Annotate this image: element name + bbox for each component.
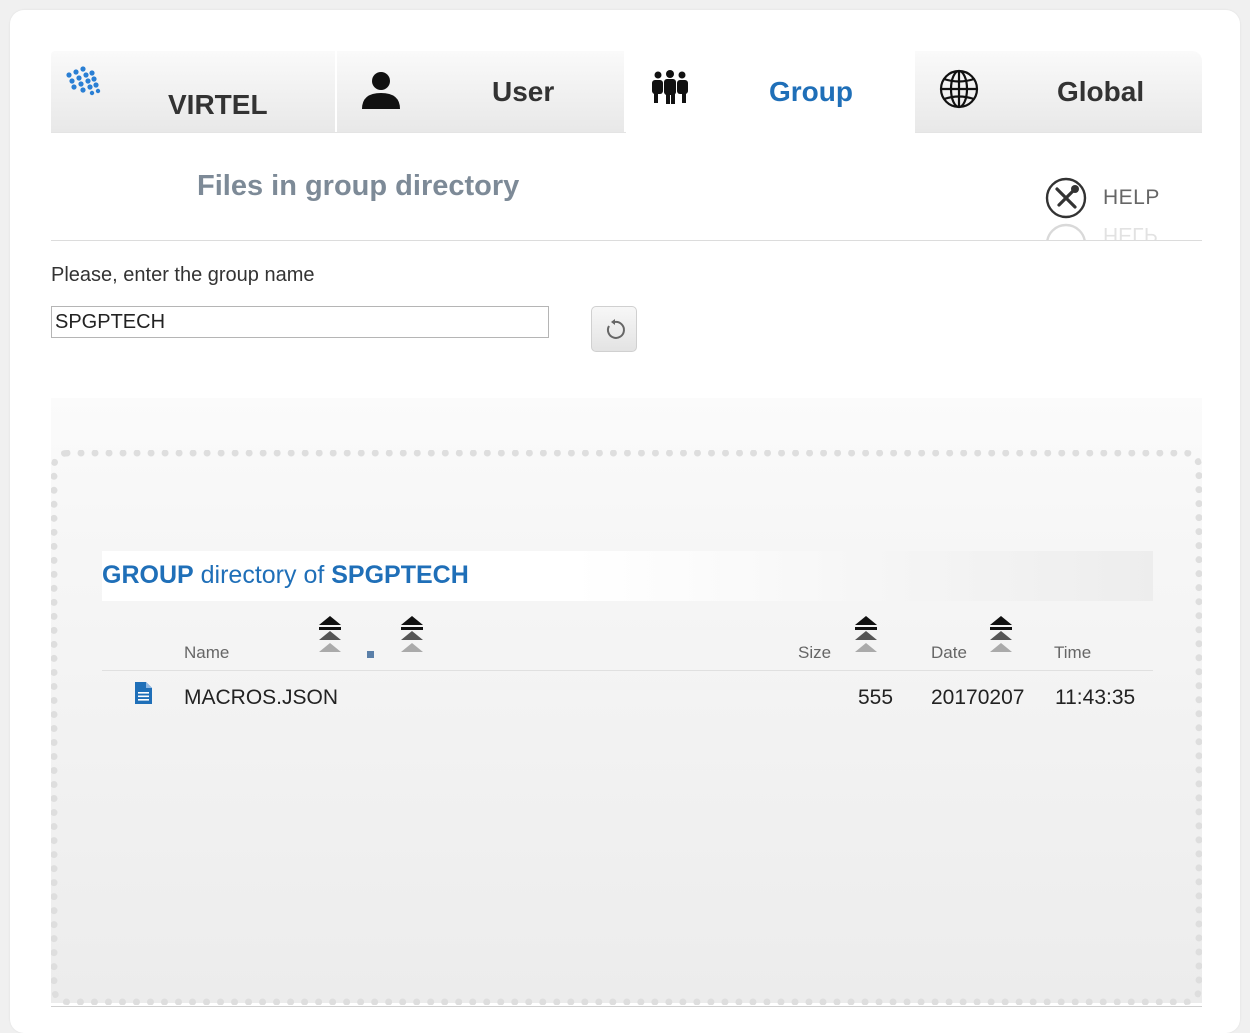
directory-header: GROUP directory of SPGPTECH xyxy=(102,551,1153,601)
help-reflect-label: HELP xyxy=(1103,223,1158,240)
tab-label: Global xyxy=(1057,76,1145,107)
refresh-button[interactable] xyxy=(591,306,637,352)
column-time[interactable]: Time xyxy=(1054,643,1091,663)
file-row[interactable]: MACROS.JSON 555 20170207 11:43:35 xyxy=(102,676,1153,716)
group-name-input[interactable] xyxy=(51,306,549,338)
sort-size-icon[interactable] xyxy=(854,616,878,663)
directory-title-prefix: GROUP xyxy=(102,561,194,589)
directory-title: GROUP directory of SPGPTECH xyxy=(102,561,469,590)
bottom-divider xyxy=(51,1006,1202,1007)
tab-label: VIRTEL xyxy=(168,89,268,120)
sort-extension-icon[interactable] xyxy=(400,616,424,663)
title-divider xyxy=(51,240,1202,241)
tab-label: User xyxy=(492,76,555,107)
directory-title-middle: directory of xyxy=(193,561,332,589)
column-size[interactable]: Size xyxy=(798,643,831,663)
virtel-logo-icon xyxy=(63,65,107,109)
tab-label: Group xyxy=(769,76,853,107)
column-date[interactable]: Date xyxy=(931,643,967,663)
sort-name-icon[interactable] xyxy=(318,616,342,663)
file-date: 20170207 xyxy=(931,686,1025,709)
globe-icon xyxy=(937,69,981,113)
tab-group[interactable]: Group xyxy=(626,51,915,133)
file-drop-zone[interactable] xyxy=(51,450,1202,1005)
sort-separator-dot xyxy=(367,651,374,658)
column-name[interactable]: Name xyxy=(184,643,229,663)
group-name-label: Please, enter the group name xyxy=(51,264,315,286)
user-icon xyxy=(359,69,403,113)
help-label: HELP xyxy=(1103,186,1160,209)
file-time: 11:43:35 xyxy=(1055,686,1136,709)
tab-global[interactable]: Global xyxy=(915,51,1202,132)
file-size: 555 xyxy=(858,686,894,709)
help-reflection: HELP xyxy=(1044,222,1174,240)
file-icon xyxy=(135,682,152,709)
file-name: MACROS.JSON xyxy=(184,686,339,709)
tab-user[interactable]: User xyxy=(337,51,626,132)
sort-date-icon[interactable] xyxy=(989,616,1013,663)
help-button[interactable]: HELP HELP xyxy=(1044,176,1174,242)
page-title: Files in group directory xyxy=(197,170,520,202)
directory-title-group: SPGPTECH xyxy=(331,561,469,589)
refresh-icon xyxy=(606,319,625,339)
tab-bar: VIRTEL User Group Global xyxy=(51,51,1202,133)
tools-icon xyxy=(1044,176,1088,225)
tab-virtel[interactable]: VIRTEL xyxy=(51,51,337,132)
group-icon xyxy=(648,69,692,113)
header-divider xyxy=(102,670,1153,671)
